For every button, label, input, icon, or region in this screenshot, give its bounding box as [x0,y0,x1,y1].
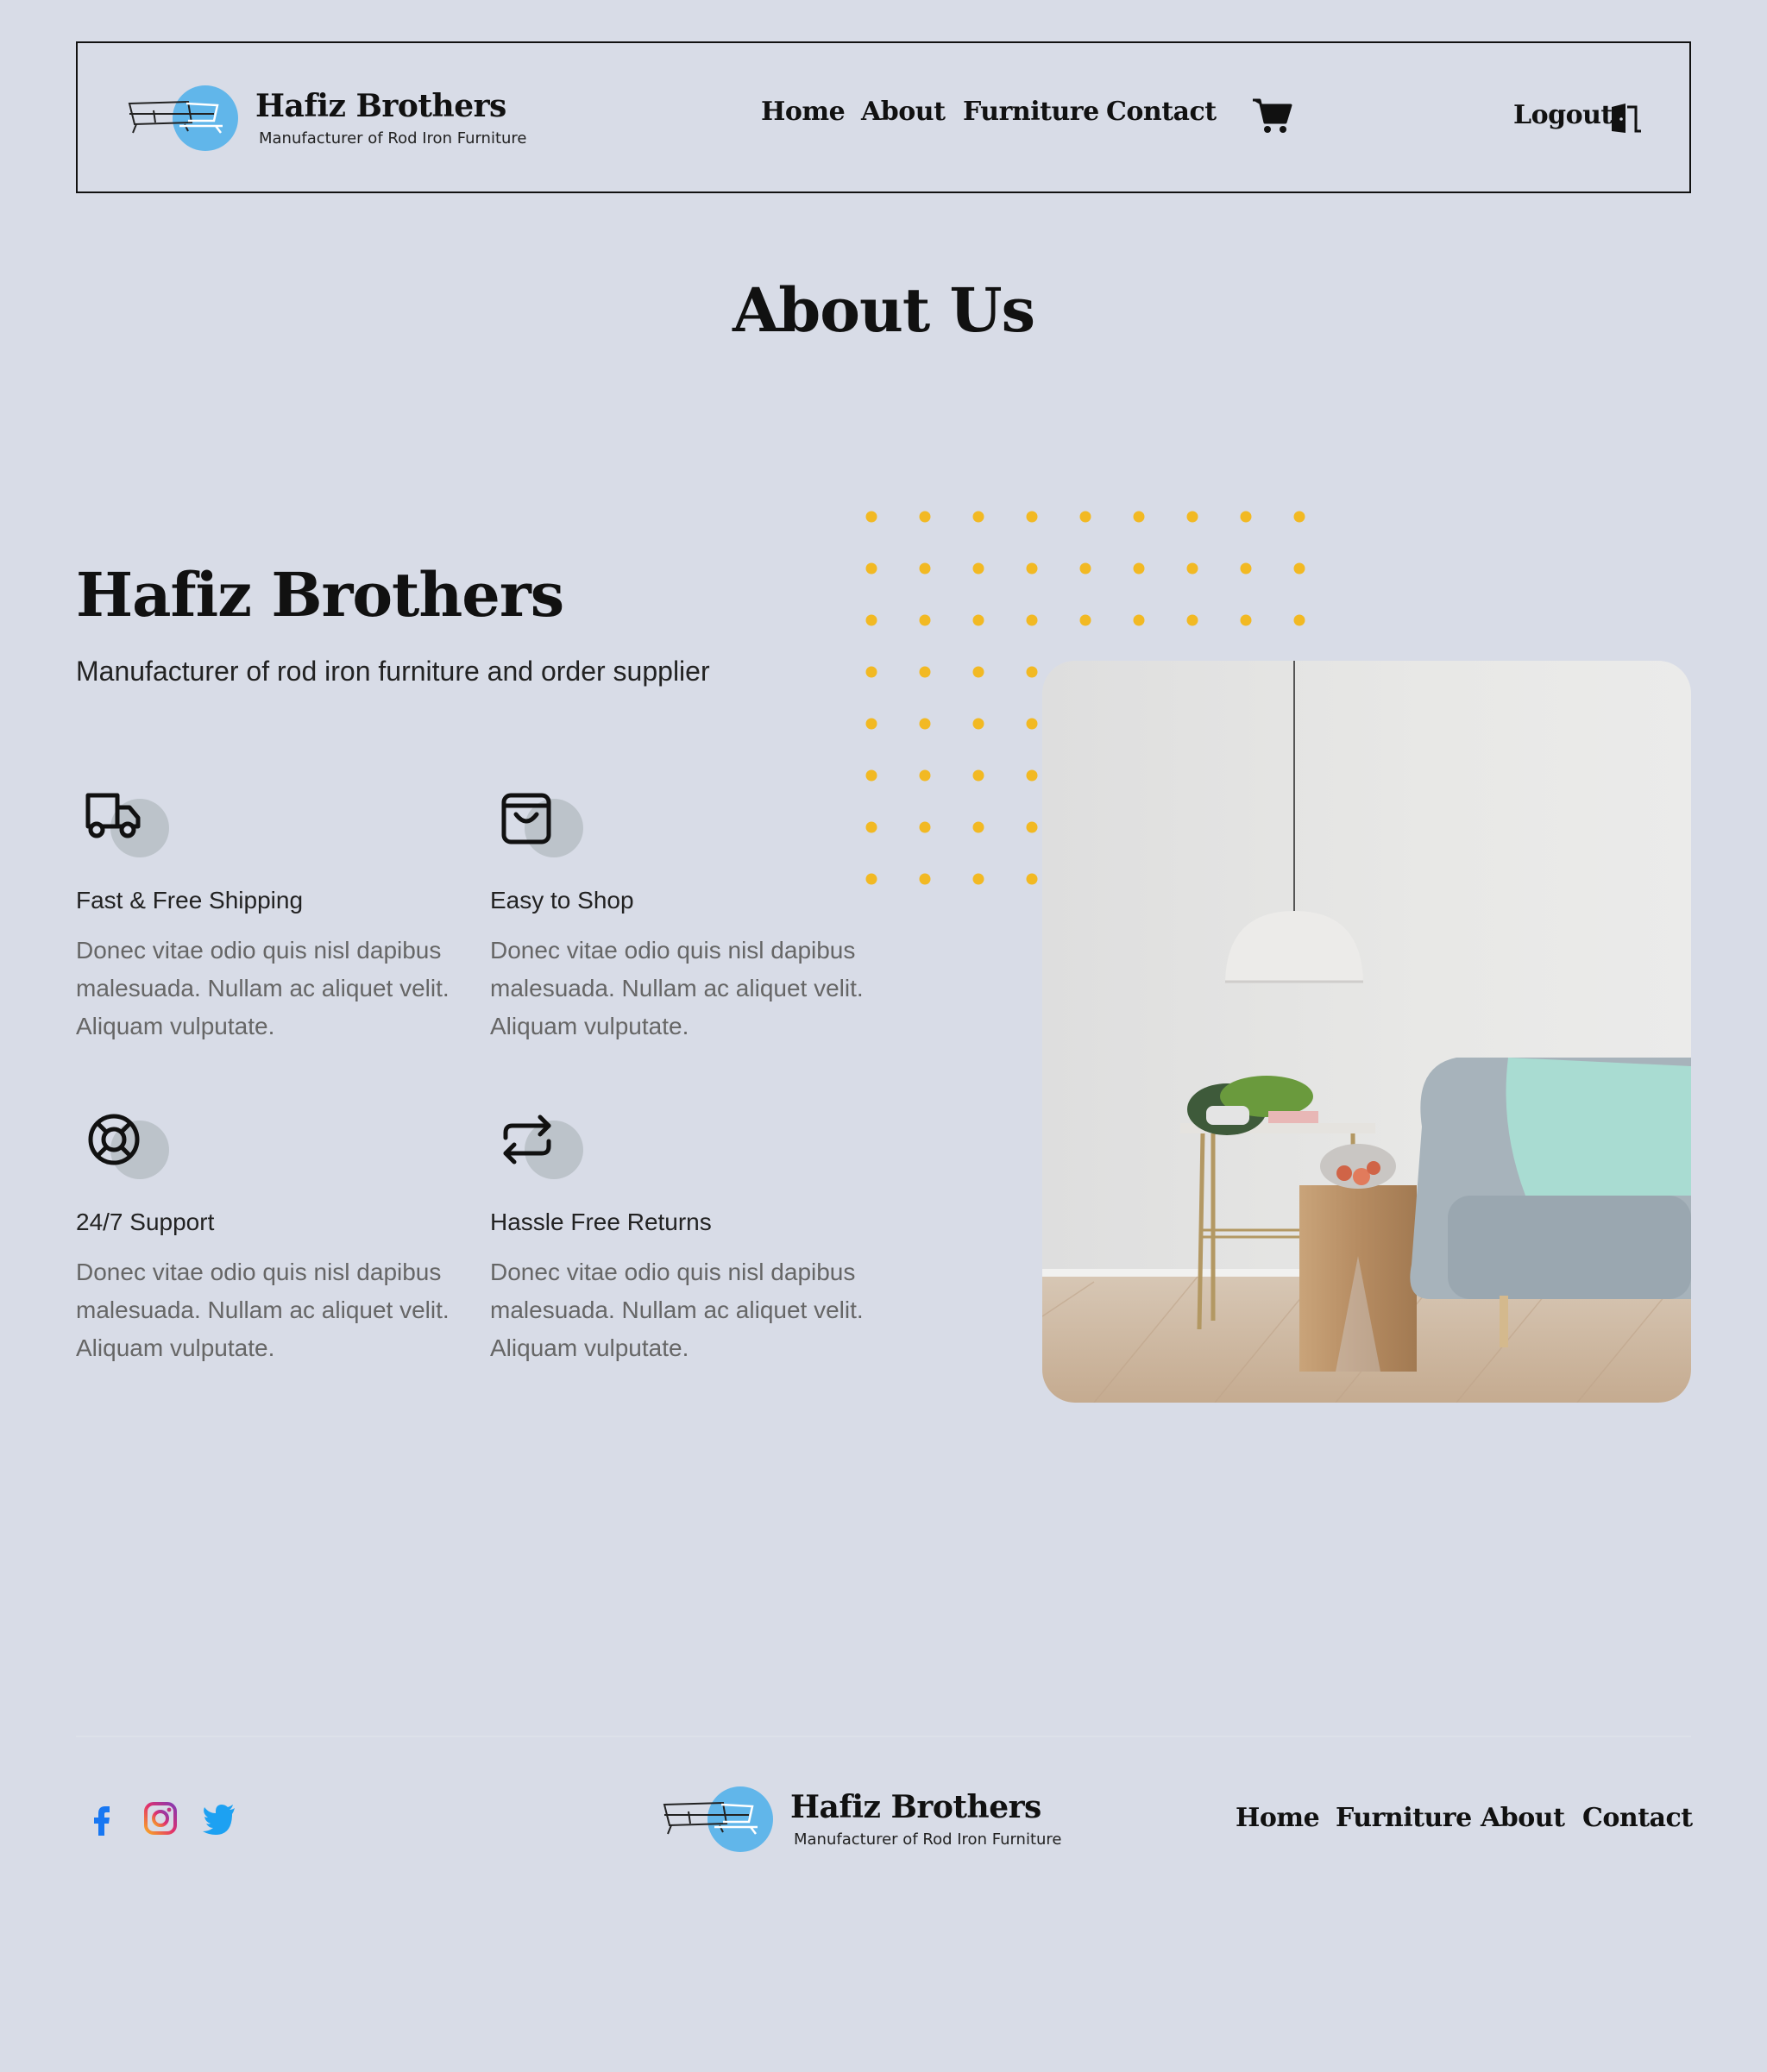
decorative-dot [1026,511,1038,523]
decorative-dot [972,718,984,730]
instagram-icon[interactable] [141,1799,179,1837]
decorative-dot [919,614,931,626]
decorative-dot [1133,511,1145,523]
decorative-dot [972,511,984,523]
decorative-dot [1186,562,1198,575]
brand-name: Hafiz Brothers [255,88,506,124]
decorative-dot [1026,718,1038,730]
footer-logo[interactable]: Hafiz Brothers Manufacturer of Rod Iron … [663,1780,1094,1858]
sofa-logo-icon [128,85,238,151]
decorative-dot [865,614,877,626]
feature-support: 24/7 Support Donec vitae odio quis nisl … [76,1102,473,1361]
feature-title: Fast & Free Shipping [76,887,304,914]
brand-tagline: Manufacturer of Rod Iron Furniture [259,129,527,148]
feature-text: Donec vitae odio quis nisl dapibus males… [76,1259,450,1361]
logout-button[interactable]: Logout [1513,100,1613,130]
footer-nav-contact[interactable]: Contact [1582,1803,1693,1833]
decorative-dot [919,821,931,833]
decorative-dot [1186,511,1198,523]
shopping-bag-icon [501,793,551,844]
feature-returns: Hassle Free Returns Donec vitae odio qui… [490,1102,887,1361]
decorative-dot [972,562,984,575]
feature-text: Donec vitae odio quis nisl dapibus males… [490,937,864,1039]
decorative-dot [1026,769,1038,782]
footer-nav-furniture[interactable]: Furniture [1336,1803,1472,1833]
feature-text: Donec vitae odio quis nisl dapibus males… [76,937,450,1039]
decorative-dot [972,873,984,885]
twitter-icon[interactable] [200,1799,238,1837]
decorative-dot [919,769,931,782]
decorative-dot [972,769,984,782]
decorative-dot [919,873,931,885]
footer-divider [76,1736,1691,1737]
decorative-dot [1079,511,1091,523]
nav-contact[interactable]: Contact [1106,97,1217,127]
decorative-dot [1026,821,1038,833]
nav-furniture[interactable]: Furniture [963,97,1099,127]
decorative-dot [865,562,877,575]
hero-room-image [1042,661,1691,1403]
footer-nav-home[interactable]: Home [1236,1803,1320,1833]
decorative-dot [1133,614,1145,626]
decorative-dot [1293,511,1305,523]
decorative-dot [919,666,931,678]
brand-name: Hafiz Brothers [790,1789,1041,1825]
decorative-dot [1079,562,1091,575]
decorative-dot [865,769,877,782]
decorative-dot [1133,562,1145,575]
footer-nav-about[interactable]: About [1481,1803,1565,1833]
decorative-dot [1026,666,1038,678]
decorative-dot [972,666,984,678]
decorative-dot [865,873,877,885]
decorative-dot [972,614,984,626]
decorative-dot [1240,614,1252,626]
decorative-dot [1026,614,1038,626]
decorative-dot [972,821,984,833]
decorative-dot [865,666,877,678]
decorative-dot [1026,873,1038,885]
door-exit-icon[interactable] [1610,102,1643,135]
truck-icon [85,793,141,838]
feature-title: Hassle Free Returns [490,1209,712,1235]
shopping-cart-icon[interactable] [1251,97,1292,135]
hero-title: Hafiz Brothers [76,559,564,631]
decorative-dot [1026,562,1038,575]
feature-easy-shop: Easy to Shop Donec vitae odio quis nisl … [490,780,887,1039]
decorative-dot [865,718,877,730]
nav-home[interactable]: Home [761,97,846,127]
brand-tagline: Manufacturer of Rod Iron Furniture [794,1830,1062,1849]
decorative-dot [1079,614,1091,626]
sofa-logo-icon [663,1786,773,1852]
hero-subtitle: Manufacturer of rod iron furniture and o… [76,656,710,687]
header-logo[interactable]: Hafiz Brothers Manufacturer of Rod Iron … [128,79,559,157]
feature-shipping: Fast & Free Shipping Donec vitae odio qu… [76,780,473,1039]
decorative-dot [865,511,877,523]
feature-title: Easy to Shop [490,887,634,914]
decorative-dot [919,718,931,730]
repeat-arrows-icon [503,1114,551,1165]
decorative-dot [919,511,931,523]
decorative-dot [865,821,877,833]
decorative-dot [1293,614,1305,626]
feature-title: 24/7 Support [76,1209,215,1235]
lifebuoy-icon [88,1114,140,1165]
facebook-icon[interactable] [83,1799,121,1837]
decorative-dot [1240,511,1252,523]
decorative-dot [1293,562,1305,575]
decorative-dot [919,562,931,575]
nav-about[interactable]: About [861,97,946,127]
feature-text: Donec vitae odio quis nisl dapibus males… [490,1259,864,1361]
decorative-dot [1186,614,1198,626]
page-title: About Us [733,274,1035,346]
site-header: Hafiz Brothers Manufacturer of Rod Iron … [76,41,1691,193]
decorative-dot [1240,562,1252,575]
